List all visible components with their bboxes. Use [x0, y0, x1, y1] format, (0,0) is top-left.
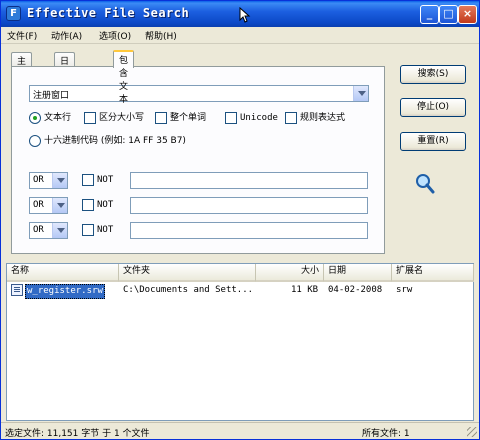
result-date: 04-02-2008: [328, 285, 383, 295]
column-header-name[interactable]: 名称: [7, 264, 119, 282]
app-icon: F: [6, 6, 21, 21]
checkbox-icon[interactable]: [82, 174, 94, 186]
not-label: NOT: [97, 175, 114, 185]
operator-value: OR: [33, 225, 44, 235]
text-query-value: 注册窗口: [33, 91, 70, 101]
not-option-3[interactable]: NOT: [82, 224, 113, 237]
mouse-cursor-icon: [239, 7, 251, 23]
app-window: F Effective File Search _ □ × 文件(F) 动作(A…: [0, 0, 480, 440]
not-option-2[interactable]: NOT: [82, 199, 113, 212]
column-header-size[interactable]: 大小: [256, 264, 324, 282]
operator-value: OR: [33, 175, 44, 185]
chevron-down-icon[interactable]: [52, 173, 67, 188]
case-sensitive-label: 区分大小写: [99, 113, 145, 123]
condition-operator-2[interactable]: OR: [29, 197, 68, 214]
tab-main[interactable]: 主窗口: [11, 52, 33, 93]
not-option-1[interactable]: NOT: [82, 174, 113, 187]
menu-bar: 文件(F) 动作(A) 选项(O) 帮助(H): [1, 27, 479, 44]
tab-contains-text[interactable]: 包含文本: [113, 50, 135, 105]
magnifier-icon: [416, 174, 435, 194]
condition-text-2[interactable]: [130, 197, 368, 214]
chevron-down-icon[interactable]: [353, 86, 368, 101]
checkbox-icon[interactable]: [82, 199, 94, 211]
column-header-ext[interactable]: 扩展名: [392, 264, 474, 282]
whole-word-label: 整个单词: [170, 113, 207, 123]
contains-text-panel: 注册窗口 文本行 区分大小写 整个单词 Unicode 规则表达式 十六进制代码…: [11, 66, 385, 254]
not-label: NOT: [97, 225, 114, 235]
status-selected: 选定文件: 11,151 字节 于 1 个文件: [5, 429, 150, 439]
condition-operator-1[interactable]: OR: [29, 172, 68, 189]
minimize-button[interactable]: _: [420, 5, 439, 24]
whole-word-option[interactable]: 整个单词: [155, 112, 206, 125]
file-icon: [11, 284, 23, 296]
chevron-down-icon[interactable]: [52, 198, 67, 213]
operator-value: OR: [33, 200, 44, 210]
result-size: 11 KB: [291, 285, 319, 295]
text-line-option[interactable]: 文本行: [29, 112, 71, 125]
checkbox-icon[interactable]: [225, 112, 237, 124]
checkbox-icon[interactable]: [155, 112, 167, 124]
title-bar[interactable]: F Effective File Search _ □ ×: [1, 1, 479, 27]
text-line-label: 文本行: [44, 113, 72, 123]
checkbox-icon[interactable]: [84, 112, 96, 124]
checkbox-icon[interactable]: [82, 224, 94, 236]
condition-operator-3[interactable]: OR: [29, 222, 68, 239]
result-ext: srw: [396, 285, 413, 295]
menu-file[interactable]: 文件(F): [5, 29, 39, 42]
menu-action[interactable]: 动作(A): [49, 29, 84, 42]
text-query-combo[interactable]: 注册窗口: [29, 85, 369, 102]
condition-text-3[interactable]: [130, 222, 368, 239]
not-label: NOT: [97, 200, 114, 210]
unicode-option[interactable]: Unicode: [225, 112, 278, 125]
regex-option[interactable]: 规则表达式: [285, 112, 345, 125]
column-header-date[interactable]: 日期: [324, 264, 392, 282]
regex-label: 规则表达式: [300, 113, 346, 123]
status-bar: 选定文件: 11,151 字节 于 1 个文件 所有文件: 1: [1, 422, 479, 439]
stop-button[interactable]: 停止(O): [400, 98, 466, 117]
status-total: 所有文件: 1: [362, 429, 410, 439]
tab-date-size[interactable]: 日期和大小: [54, 52, 76, 119]
hex-option[interactable]: 十六进制代码 (例如: 1A FF 35 B7): [29, 135, 186, 148]
chevron-down-icon[interactable]: [52, 223, 67, 238]
result-folder: C:\Documents and Sett...: [123, 285, 254, 295]
menu-help[interactable]: 帮助(H): [143, 29, 179, 42]
case-sensitive-option[interactable]: 区分大小写: [84, 112, 144, 125]
result-name[interactable]: w_register.srw: [25, 284, 105, 299]
reset-button[interactable]: 重置(R): [400, 132, 466, 151]
search-button[interactable]: 搜索(S): [400, 65, 466, 84]
hex-label: 十六进制代码 (例如: 1A FF 35 B7): [44, 136, 186, 146]
condition-text-1[interactable]: [130, 172, 368, 189]
radio-off-icon[interactable]: [29, 135, 41, 147]
radio-on-icon[interactable]: [29, 112, 41, 124]
window-title: Effective File Search: [27, 6, 190, 20]
checkbox-icon[interactable]: [285, 112, 297, 124]
unicode-label: Unicode: [240, 113, 278, 123]
column-header-folder[interactable]: 文件夹: [119, 264, 256, 282]
menu-options[interactable]: 选项(O): [97, 29, 133, 42]
maximize-button[interactable]: □: [439, 5, 458, 24]
resize-grip-icon[interactable]: [467, 427, 477, 437]
close-button[interactable]: ×: [458, 5, 477, 24]
results-list[interactable]: 名称 文件夹 大小 日期 扩展名 w_register.srw C:\Docum…: [6, 263, 474, 421]
